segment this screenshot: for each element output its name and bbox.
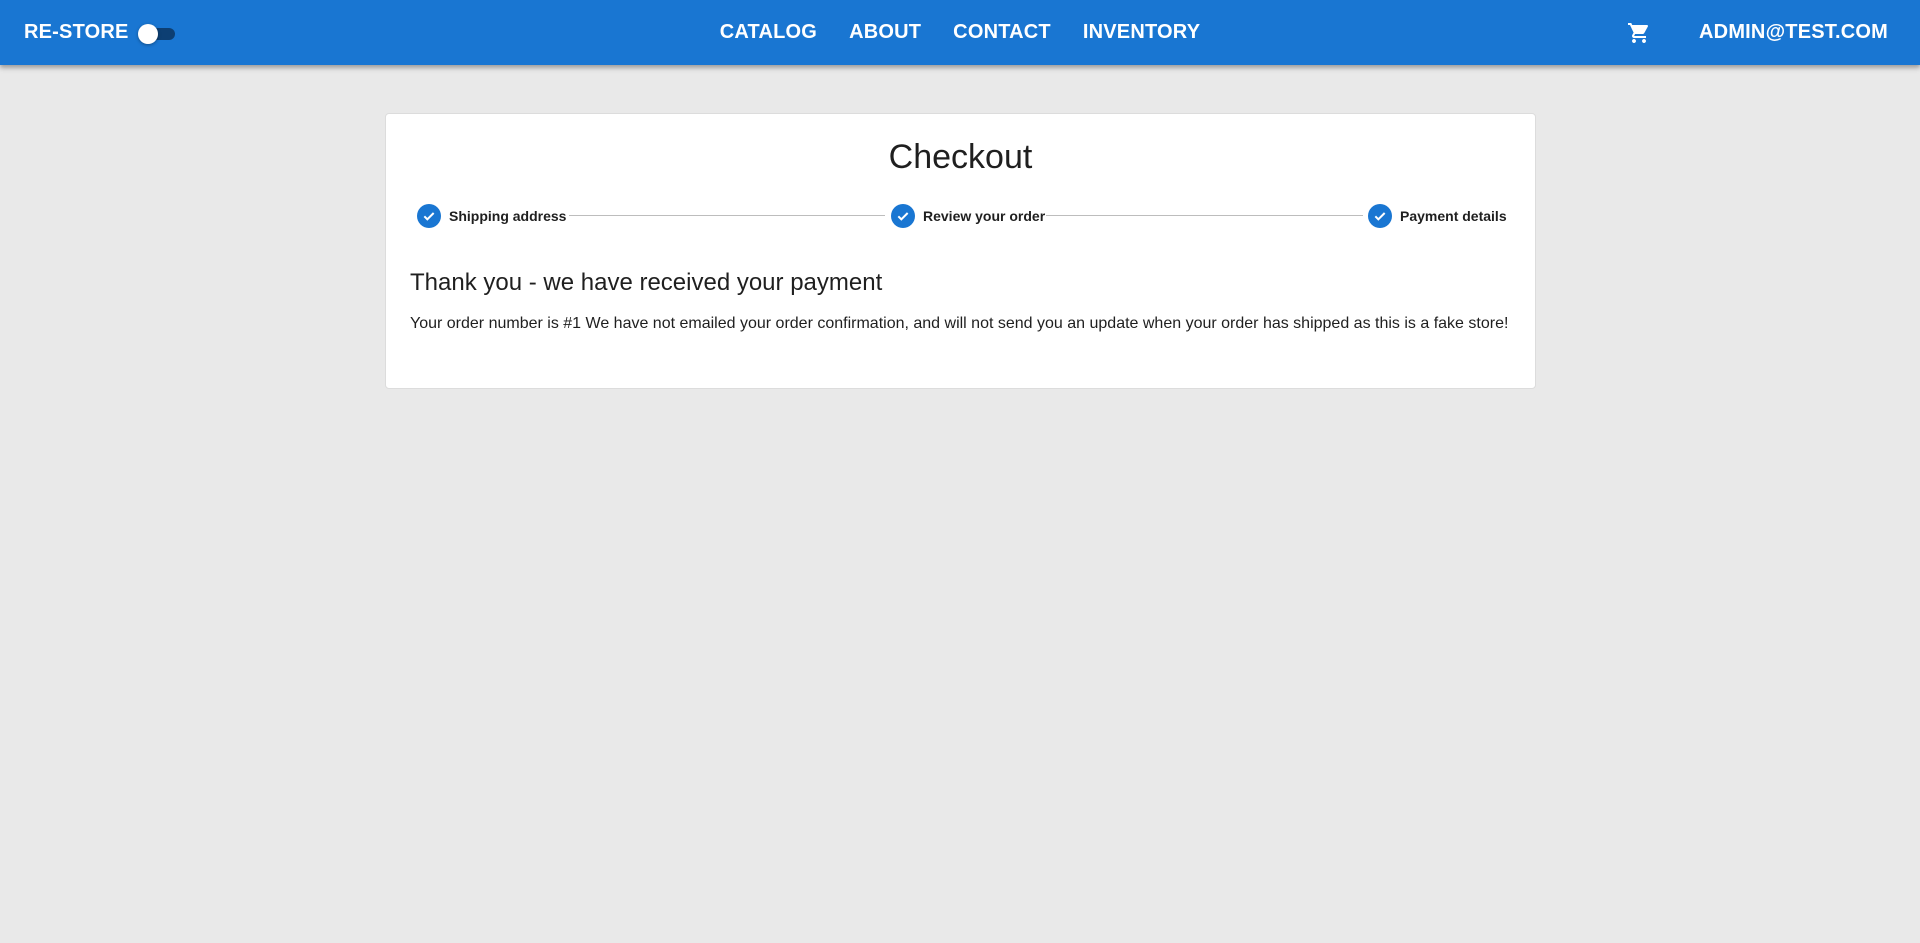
page-title: Checkout (888, 138, 1033, 176)
check-icon (897, 212, 909, 221)
nav-inventory[interactable]: INVENTORY (1083, 21, 1200, 44)
dark-mode-toggle[interactable] (137, 23, 177, 44)
confirmation-heading: Thank you - we have received your paymen… (410, 269, 883, 296)
nav-about[interactable]: ABOUT (849, 21, 921, 44)
step-connector (1046, 215, 1363, 216)
checkout-card: Checkout Shipping address Review your or… (385, 113, 1536, 389)
confirmation-message: Your order number is #1 We have not emai… (410, 315, 1509, 332)
brand-title[interactable]: RE-STORE (24, 21, 129, 44)
brand: RE-STORE (24, 0, 177, 65)
step-review-order: Review your order (891, 203, 1045, 229)
app-bar: RE-STORE CATALOG ABOUT CONTACT INVENTORY… (0, 0, 1920, 65)
step-connector (569, 215, 885, 216)
step-complete-badge (1368, 204, 1392, 228)
check-icon (423, 212, 435, 221)
step-label: Shipping address (449, 208, 567, 224)
shopping-cart-icon (1628, 22, 1649, 43)
step-label: Review your order (923, 208, 1046, 224)
cart-button[interactable] (1619, 13, 1659, 53)
step-shipping-address: Shipping address (417, 203, 566, 229)
check-icon (1374, 212, 1386, 221)
step-complete-badge (417, 204, 441, 228)
nav-catalog[interactable]: CATALOG (720, 21, 817, 44)
step-label: Payment details (1400, 208, 1507, 224)
user-menu[interactable]: ADMIN@TEST.COM (1699, 21, 1888, 44)
nav-contact[interactable]: CONTACT (953, 21, 1051, 44)
step-complete-badge (891, 204, 915, 228)
toggle-thumb (137, 23, 158, 44)
appbar-right: ADMIN@TEST.COM (1619, 0, 1888, 65)
step-payment-details: Payment details (1368, 203, 1507, 229)
